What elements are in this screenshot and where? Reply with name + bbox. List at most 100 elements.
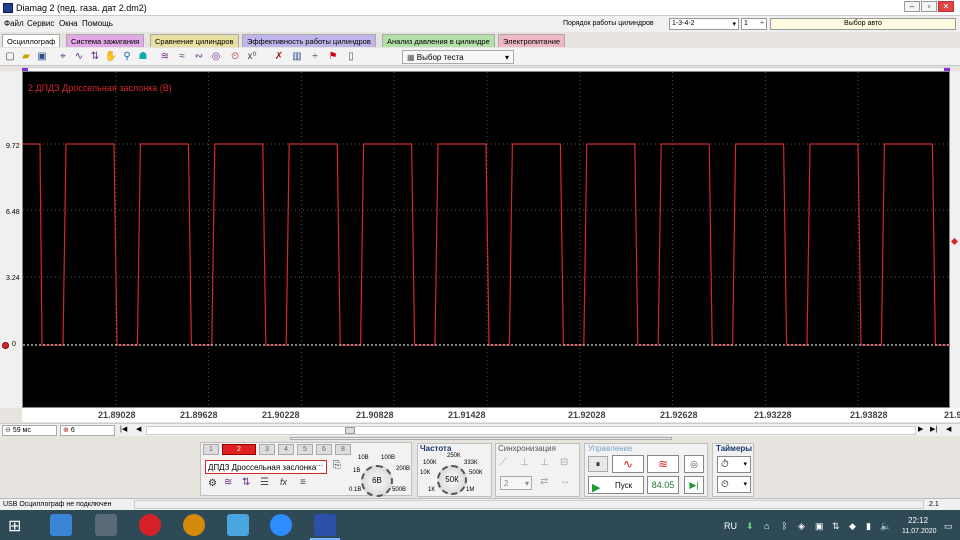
zero-marker-icon[interactable] [2,342,9,349]
files-icon[interactable] [95,514,117,536]
channel-button-3[interactable]: 3 [259,444,275,455]
divider-icon[interactable]: ÷ [308,50,322,64]
channel-button-4[interactable]: 4 [278,444,294,455]
notifications-icon[interactable]: ▭ [944,521,953,532]
scroll-start-button[interactable]: |◀ [120,425,127,433]
tray-icon[interactable]: ◈ [798,521,805,532]
cursor-icon[interactable]: ⌖ [56,50,70,64]
language-indicator[interactable]: RU [724,521,737,531]
frequency-knob[interactable]: 50К [437,465,467,495]
channel-button-6[interactable]: 6 [316,444,332,455]
bluetooth-icon[interactable]: ᛒ [782,521,787,531]
scroll-left-button[interactable]: ◀ [136,425,141,433]
wave-icon[interactable]: ≋ [224,477,232,488]
channel-button-2[interactable]: 2 [222,444,256,455]
math-icon[interactable]: x⁰ [245,50,259,64]
tab-cylinder-compare[interactable]: Сравнение цилиндров [150,34,239,47]
maximize-button[interactable]: ▫ [921,1,937,12]
list-icon[interactable]: ☰ [260,477,269,488]
volume-icon[interactable]: 🔈 [880,521,891,532]
menu-file[interactable]: Файл [4,19,24,28]
pause-button[interactable]: ⏸ [588,456,608,472]
sync-channel-select[interactable]: 2 ▾ [500,476,532,490]
tab-oscilloscope[interactable]: Осциллограф [2,34,61,47]
scroll-fit-button[interactable]: ◀ [946,425,951,433]
coupling-icon[interactable]: ⚙ [208,478,217,489]
zoom-icon[interactable]: ⚲ [120,50,134,64]
clock-time[interactable]: 22:12 [908,516,928,525]
wave-freq-icon[interactable]: ◎ [209,50,223,64]
filter-lines-icon[interactable]: ≡ [300,477,306,488]
tab-pressure-analysis[interactable]: Анализ давления в цилиндре [382,34,495,47]
tray-icon-2[interactable]: ▣ [815,521,824,532]
opera-icon[interactable] [139,514,161,536]
test-select[interactable]: ▦ Выбор теста ▾ [402,50,514,64]
horizontal-scrollbar[interactable] [146,426,916,435]
measure-icon[interactable]: ∿ [72,50,86,64]
wave-sync-icon[interactable]: ∾ [192,50,206,64]
menu-windows[interactable]: Окна [59,19,78,28]
oscilloscope-display[interactable]: 2 ДПДЗ Дроссельная заслонка (В) [22,71,951,409]
vehicle-select[interactable]: Выбор авто [770,18,956,30]
step-play-button[interactable]: ▶| [684,476,704,494]
sync-auto-icon[interactable]: ⇄ [540,476,548,487]
timebase-select[interactable]: ⊖ 59 мс [2,425,57,436]
multi-wave-button[interactable]: ≋ [647,455,679,473]
app-triangle-icon[interactable] [183,514,205,536]
sync-level-icon[interactable]: ⊟ [560,457,568,468]
sync-edge-icon[interactable]: ⊥ [520,457,529,468]
explorer-icon[interactable] [50,514,72,536]
tray-icon-3[interactable]: ⇅ [832,521,840,532]
timer-select-2[interactable]: ⏲ ▾ [717,476,751,493]
sync-arrow-icon[interactable]: ↔ [560,476,570,487]
more-icon[interactable]: ⋯ [316,462,323,470]
menu-help[interactable]: Помощь [82,19,113,28]
marker-icon[interactable]: ⇅ [88,50,102,64]
channel-button-8[interactable]: 8 [335,444,351,455]
probe-icon[interactable]: ⎘ [333,460,341,471]
save-icon[interactable]: ▣ [35,50,49,64]
zoom-app-icon[interactable] [270,514,292,536]
cylinder-order-select[interactable]: 1-3-4-2 ▾ [669,18,739,30]
menu-service[interactable]: Сервис [27,19,54,28]
channel-button-1[interactable]: 1 [203,444,219,455]
grid-icon[interactable]: ▥ [290,50,304,64]
sync-rise-icon[interactable]: ⟋ [500,457,507,468]
wave-overlay-icon[interactable]: ≈ [175,50,189,64]
channel-count-select[interactable]: ⊕ 6 [60,425,115,436]
clock-date[interactable]: 11.07.2020 [902,528,937,535]
new-file-icon[interactable]: ▢ [3,50,17,64]
signal-icon[interactable]: ▮ [866,521,871,532]
diamag-taskbar-icon[interactable] [314,514,336,536]
function-icon[interactable]: fx [280,477,287,487]
download-icon[interactable]: ⬇ [746,521,754,532]
hand-icon[interactable]: ✋ [104,50,118,64]
wave-compare-icon[interactable]: ≋ [158,50,172,64]
windows-start-icon[interactable]: ⊞ [8,516,21,536]
record-button[interactable]: ◎ [684,455,704,473]
document-icon[interactable]: ▯ [344,50,358,64]
scroll-right-button[interactable]: ▶ [918,425,923,433]
filter-icon[interactable]: ☗ [136,50,150,64]
close-button[interactable]: ✕ [938,1,954,12]
network-icon[interactable]: ⌂ [764,521,769,531]
trigger-level-icon[interactable] [950,237,959,246]
clear-icon[interactable]: ✗ [272,50,286,64]
channel-name-input[interactable]: ДПДЗ Дроссельная заслонка [205,460,327,474]
timer-select-1[interactable]: ⏱ ▾ [717,456,751,473]
minimize-button[interactable]: – [904,1,920,12]
scroll-end-button[interactable]: ▶| [930,425,937,433]
tab-ignition[interactable]: Система зажигания [66,34,145,47]
start-button[interactable]: ▶ Пуск [588,476,644,494]
scroll-thumb[interactable] [345,427,355,434]
cylinder-count-select[interactable]: 1 ÷ [741,18,767,30]
tab-power-supply[interactable]: Электропитание [498,34,566,47]
calculator-icon[interactable] [227,514,249,536]
shield-icon[interactable]: ◆ [849,521,856,532]
timer-icon[interactable]: ⏲ [228,50,242,64]
voltage-knob[interactable]: 6В [361,465,393,497]
sine-wave-button[interactable]: ∿ [612,455,644,473]
panel-drag-handle[interactable] [290,437,672,440]
open-folder-icon[interactable]: ▰ [19,50,33,64]
tab-cylinder-efficiency[interactable]: Эффективность работы цилиндров [242,34,376,47]
